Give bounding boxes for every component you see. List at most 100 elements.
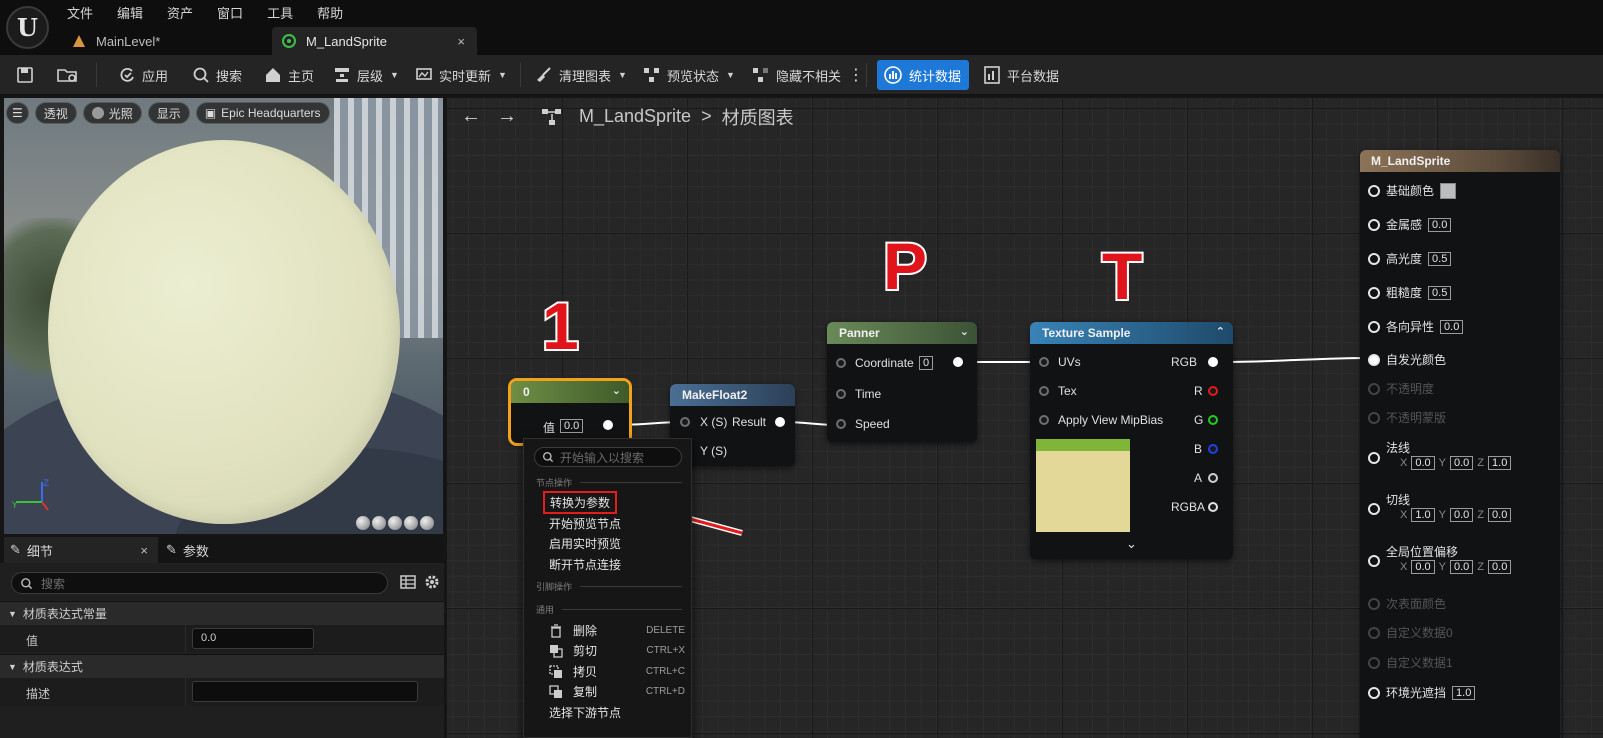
hierarchy-button[interactable]: 层级 ▼ bbox=[333, 55, 399, 95]
save-icon bbox=[17, 67, 33, 83]
hierarchy-label: 层级 bbox=[357, 68, 384, 84]
platform-stats-button[interactable]: 平台数据 bbox=[983, 55, 1059, 95]
subsurface-pin[interactable]: 次表面颜色 bbox=[1368, 595, 1446, 612]
output-pin[interactable] bbox=[603, 420, 613, 430]
uvs-input-pin[interactable] bbox=[1039, 357, 1049, 367]
preview-shape-buttons[interactable] bbox=[356, 516, 434, 530]
base-color-pin[interactable]: 基础颜色 bbox=[1368, 182, 1457, 199]
details-search-input[interactable]: 搜索 bbox=[11, 572, 388, 594]
context-search-input[interactable]: 开始输入以搜索 bbox=[534, 447, 682, 467]
r-output-pin[interactable] bbox=[1208, 386, 1218, 396]
menu-asset[interactable]: 资产 bbox=[167, 3, 193, 22]
enable-live-preview-item[interactable]: 启用实时预览 bbox=[549, 535, 621, 552]
ambient-occlusion-pin[interactable]: 环境光遮挡 1.0 bbox=[1368, 684, 1476, 701]
gear-icon[interactable] bbox=[424, 574, 440, 590]
rgba-output-pin[interactable] bbox=[1208, 502, 1218, 512]
opacity-mask-pin[interactable]: 不透明蒙版 bbox=[1368, 409, 1446, 426]
custom-data1-pin[interactable]: 自定义数据1 bbox=[1368, 654, 1453, 671]
tab-details[interactable]: ✎ 细节 × bbox=[4, 537, 158, 563]
live-update-button[interactable]: 实时更新 ▼ bbox=[415, 55, 507, 95]
unreal-logo-icon[interactable]: U bbox=[6, 6, 49, 49]
tab-parameters[interactable]: ✎ 参数 bbox=[166, 537, 209, 563]
viewport-menu-button[interactable]: ☰ bbox=[6, 102, 29, 124]
hide-unrelated-label: 隐藏不相关 bbox=[776, 68, 842, 84]
custom-data0-pin[interactable]: 自定义数据0 bbox=[1368, 624, 1453, 641]
metallic-pin[interactable]: 金属感 0.0 bbox=[1368, 216, 1452, 233]
close-icon[interactable]: × bbox=[140, 543, 148, 558]
browse-button[interactable] bbox=[56, 55, 80, 95]
coordinate-input-pin[interactable] bbox=[836, 358, 846, 368]
live-update-label: 实时更新 bbox=[439, 68, 492, 84]
emissive-pin[interactable]: 自发光颜色 bbox=[1368, 351, 1446, 368]
world-position-offset-pin[interactable]: 全局位置偏移 bbox=[1368, 543, 1458, 560]
preview-viewport[interactable]: ☰ 透视 光照 显示 ▣ Epic Headquarters Z Y bbox=[4, 98, 443, 534]
section-material-constant[interactable]: ▼ 材质表达式常量 bbox=[0, 601, 444, 625]
apply-button[interactable]: 应用 bbox=[118, 55, 168, 95]
cut-item[interactable]: 剪切 CTRL+X bbox=[549, 642, 689, 659]
description-field[interactable] bbox=[192, 681, 418, 702]
stats-button[interactable]: 统计数据 bbox=[877, 60, 970, 90]
copy-item[interactable]: 拷贝 CTRL+C bbox=[549, 663, 689, 680]
preview-state-button[interactable]: 预览状态 ▼ bbox=[643, 55, 735, 95]
texture-sample-node[interactable]: Texture Sample ⌃ UVs RGB Tex R Apply Vie… bbox=[1030, 322, 1233, 559]
hide-unrelated-button[interactable]: 隐藏不相关 bbox=[752, 55, 841, 95]
save-button[interactable] bbox=[16, 55, 34, 95]
clean-graph-button[interactable]: 清理图表 ▼ bbox=[535, 55, 627, 95]
chevron-up-icon[interactable]: ⌃ bbox=[1216, 325, 1225, 338]
broom-icon bbox=[537, 67, 551, 82]
break-node-links-item[interactable]: 断开节点连接 bbox=[549, 556, 621, 573]
result-output-pin[interactable] bbox=[775, 417, 785, 427]
constant-value-field[interactable]: 0.0 bbox=[560, 419, 584, 433]
section-material-expression[interactable]: ▼ 材质表达式 bbox=[0, 654, 444, 678]
show-button[interactable]: 显示 bbox=[147, 102, 190, 124]
coordinate-value-field[interactable]: 0 bbox=[919, 356, 934, 370]
x-input-pin[interactable] bbox=[680, 417, 690, 427]
g-output-pin[interactable] bbox=[1208, 415, 1218, 425]
menu-file[interactable]: 文件 bbox=[67, 3, 93, 22]
panner-output-pin[interactable] bbox=[953, 357, 963, 367]
start-preview-node-item[interactable]: 开始预览节点 bbox=[549, 515, 621, 532]
value-field[interactable]: 0.0 bbox=[192, 628, 314, 649]
roughness-pin[interactable]: 粗糙度 0.5 bbox=[1368, 284, 1452, 301]
menu-edit[interactable]: 编辑 bbox=[117, 3, 143, 22]
home-button[interactable]: 主页 bbox=[264, 55, 314, 95]
anisotropy-pin[interactable]: 各向异性 0.0 bbox=[1368, 318, 1464, 335]
constant-node[interactable]: 0 ⌄ 值 0.0 bbox=[508, 378, 632, 446]
mipbias-input-pin[interactable] bbox=[1039, 415, 1049, 425]
time-input-pin[interactable] bbox=[836, 389, 846, 399]
convert-to-parameter-item[interactable]: 转换为参数 bbox=[543, 491, 618, 514]
more-options-icon[interactable]: ⋮ bbox=[848, 55, 864, 95]
tab-close-icon[interactable]: × bbox=[457, 34, 465, 49]
tex-input-pin[interactable] bbox=[1039, 386, 1049, 396]
menu-help[interactable]: 帮助 bbox=[317, 3, 343, 22]
chevron-down-icon: ▼ bbox=[8, 608, 17, 619]
perspective-button[interactable]: 透视 bbox=[34, 102, 77, 124]
search-button[interactable]: 搜索 bbox=[192, 55, 242, 95]
base-color-swatch[interactable] bbox=[1440, 182, 1457, 199]
b-output-pin[interactable] bbox=[1208, 444, 1218, 454]
duplicate-item[interactable]: 复制 CTRL+D bbox=[549, 683, 689, 700]
annotation-t: T bbox=[1100, 237, 1144, 315]
select-downstream-nodes-item[interactable]: 选择下游节点 bbox=[549, 704, 621, 721]
panner-node[interactable]: Panner ⌄ Coordinate 0 Time Speed bbox=[827, 322, 977, 442]
menu-window[interactable]: 窗口 bbox=[217, 3, 243, 22]
opacity-pin[interactable]: 不透明度 bbox=[1368, 380, 1434, 397]
tab-mainlevel[interactable]: MainLevel* bbox=[62, 27, 262, 55]
a-output-pin[interactable] bbox=[1208, 473, 1218, 483]
chevron-down-icon[interactable]: ⌄ bbox=[1126, 536, 1137, 552]
chevron-down-icon[interactable]: ⌄ bbox=[612, 384, 621, 397]
copy-icon bbox=[549, 664, 562, 678]
rgb-output-pin[interactable] bbox=[1208, 357, 1218, 367]
viewport-toolbar: ☰ 透视 光照 显示 ▣ Epic Headquarters bbox=[6, 102, 330, 124]
specular-pin[interactable]: 高光度 0.5 bbox=[1368, 250, 1452, 267]
level-button[interactable]: ▣ Epic Headquarters bbox=[195, 102, 330, 124]
tab-m-landsprite[interactable]: M_LandSprite × bbox=[272, 27, 477, 55]
search-icon bbox=[21, 577, 33, 589]
delete-item[interactable]: 删除 DELETE bbox=[549, 622, 689, 639]
menu-tools[interactable]: 工具 bbox=[267, 3, 293, 22]
table-view-icon[interactable] bbox=[400, 574, 416, 590]
chevron-down-icon[interactable]: ⌄ bbox=[960, 325, 969, 338]
lighting-button[interactable]: 光照 bbox=[82, 102, 142, 124]
speed-input-pin[interactable] bbox=[836, 419, 846, 429]
material-output-node[interactable]: M_LandSprite 基础颜色 金属感 0.0 高光度 0.5 粗糙度 0.5 各… bbox=[1360, 150, 1560, 738]
